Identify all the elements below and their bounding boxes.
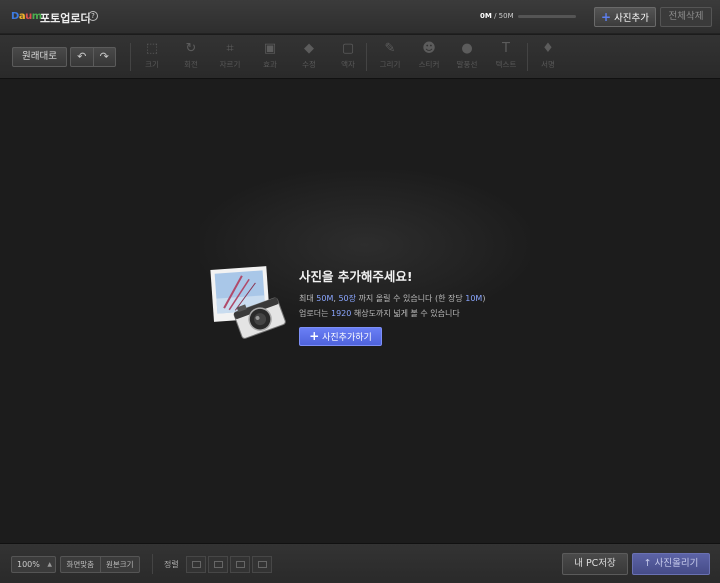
- undo-icon[interactable]: ↶: [71, 48, 94, 66]
- toolbar-divider: [527, 43, 528, 71]
- usage-used: 0M: [480, 12, 492, 20]
- tool-frame[interactable]: ▢ 액자: [333, 41, 363, 70]
- tool-sticker[interactable]: ☻ 스티커: [414, 41, 444, 70]
- frame-icon: ▢: [341, 41, 355, 56]
- tool-eraser[interactable]: ◆ 수정: [294, 41, 324, 70]
- usage-total: / 50M: [494, 12, 514, 20]
- signature-icon: ♦: [542, 41, 554, 56]
- large-view-icon: [258, 561, 267, 568]
- tool-text[interactable]: T 텍스트: [491, 41, 521, 70]
- sort-list-button[interactable]: [208, 556, 228, 573]
- grid-view-icon: [192, 561, 201, 568]
- rotate-icon: ↻: [185, 41, 197, 56]
- tool-signature[interactable]: ♦ 서명: [533, 41, 563, 70]
- crop-icon: ⌗: [226, 41, 234, 56]
- tool-label: 액자: [341, 60, 355, 69]
- tool-label: 서명: [541, 60, 555, 69]
- tool-speech-bubble[interactable]: ● 말풍선: [452, 41, 482, 70]
- tool-label: 효과: [263, 60, 277, 69]
- chevron-down-icon: ▲: [47, 561, 52, 568]
- tool-label: 스티커: [418, 60, 440, 69]
- add-photos-main-button[interactable]: + 사진추가하기: [299, 327, 382, 346]
- tool-label: 말풍선: [456, 60, 478, 69]
- upload-icon: ↑: [643, 558, 652, 569]
- sticker-icon: ☻: [422, 41, 436, 56]
- photo-camera-illustration: [210, 266, 286, 339]
- empty-state-title: 사진을 추가해주세요!: [299, 269, 413, 284]
- brush-icon: ✎: [384, 41, 396, 56]
- restore-original-button[interactable]: 원래대로: [12, 47, 67, 67]
- upload-limit-text: 최대 50M, 50장 까지 올릴 수 있습니다 (한 장당 10M): [299, 294, 486, 303]
- tool-brush[interactable]: ✎ 그리기: [375, 41, 405, 70]
- delete-all-button[interactable]: 전체삭제: [660, 7, 712, 27]
- top-bar: Daum 포토업로더 ? 0M / 50M + 사진추가 전체삭제: [0, 0, 720, 34]
- tool-label: 회전: [184, 60, 198, 69]
- sort-large-button[interactable]: [252, 556, 272, 573]
- eraser-icon: ◆: [304, 41, 314, 56]
- help-icon[interactable]: ?: [88, 11, 98, 21]
- fit-screen-button[interactable]: 화면맞춤: [61, 557, 101, 572]
- sort-thumb-button[interactable]: [230, 556, 250, 573]
- zoom-select[interactable]: 100% ▲: [11, 556, 56, 573]
- save-to-pc-button[interactable]: 내 PC저장: [562, 553, 628, 575]
- upload-photos-button[interactable]: ↑ 사진올리기: [632, 553, 710, 575]
- tool-resize[interactable]: ⬚ 크기: [137, 41, 167, 70]
- add-photo-button[interactable]: + 사진추가: [594, 7, 656, 27]
- redo-icon[interactable]: ↷: [94, 48, 116, 66]
- daum-logo[interactable]: Daum: [11, 11, 42, 22]
- bottom-bar: 100% ▲ 화면맞춤 원본크기 정렬 내 PC저장 ↑ 사진올리기: [0, 543, 720, 583]
- storage-usage-text: 0M / 50M: [480, 12, 514, 20]
- text-icon: T: [502, 41, 510, 56]
- view-size-group: 화면맞춤 원본크기: [60, 556, 140, 573]
- effect-icon: ▣: [263, 41, 277, 56]
- bottom-divider: [152, 554, 153, 574]
- toolbar-divider: [130, 43, 131, 71]
- app-title: 포토업로더: [40, 12, 91, 25]
- tool-label: 텍스트: [495, 60, 517, 69]
- tool-label: 그리기: [379, 60, 401, 69]
- thumbnail-view-icon: [236, 561, 245, 568]
- resize-icon: ⬚: [145, 41, 159, 56]
- sort-label: 정렬: [164, 560, 179, 569]
- list-view-icon: [214, 561, 223, 568]
- original-size-button[interactable]: 원본크기: [101, 557, 140, 572]
- tool-label: 수정: [302, 60, 316, 69]
- plus-icon: +: [600, 10, 612, 24]
- tool-effect[interactable]: ▣ 효과: [255, 41, 285, 70]
- toolbar-divider: [366, 43, 367, 71]
- speech-bubble-icon: ●: [461, 41, 473, 56]
- tool-label: 자르기: [219, 60, 241, 69]
- resolution-info-text: 업로더는 1920 해상도까지 넓게 볼 수 있습니다: [299, 309, 460, 318]
- tool-rotate[interactable]: ↻ 회전: [176, 41, 206, 70]
- undo-redo-group: ↶ ↷: [70, 47, 116, 67]
- plus-icon: +: [309, 329, 320, 343]
- edit-toolbar: 원래대로 ↶ ↷ ⬚ 크기 ↻ 회전 ⌗ 자르기 ▣ 효과 ◆ 수정 ▢ 액자 ✎ 그리기 ☻ 스티커 ● 말풍선…: [0, 35, 720, 79]
- sort-grid-button[interactable]: [186, 556, 206, 573]
- storage-usage-bar: [518, 15, 576, 18]
- tool-crop[interactable]: ⌗ 자르기: [215, 41, 245, 70]
- tool-label: 크기: [145, 60, 159, 69]
